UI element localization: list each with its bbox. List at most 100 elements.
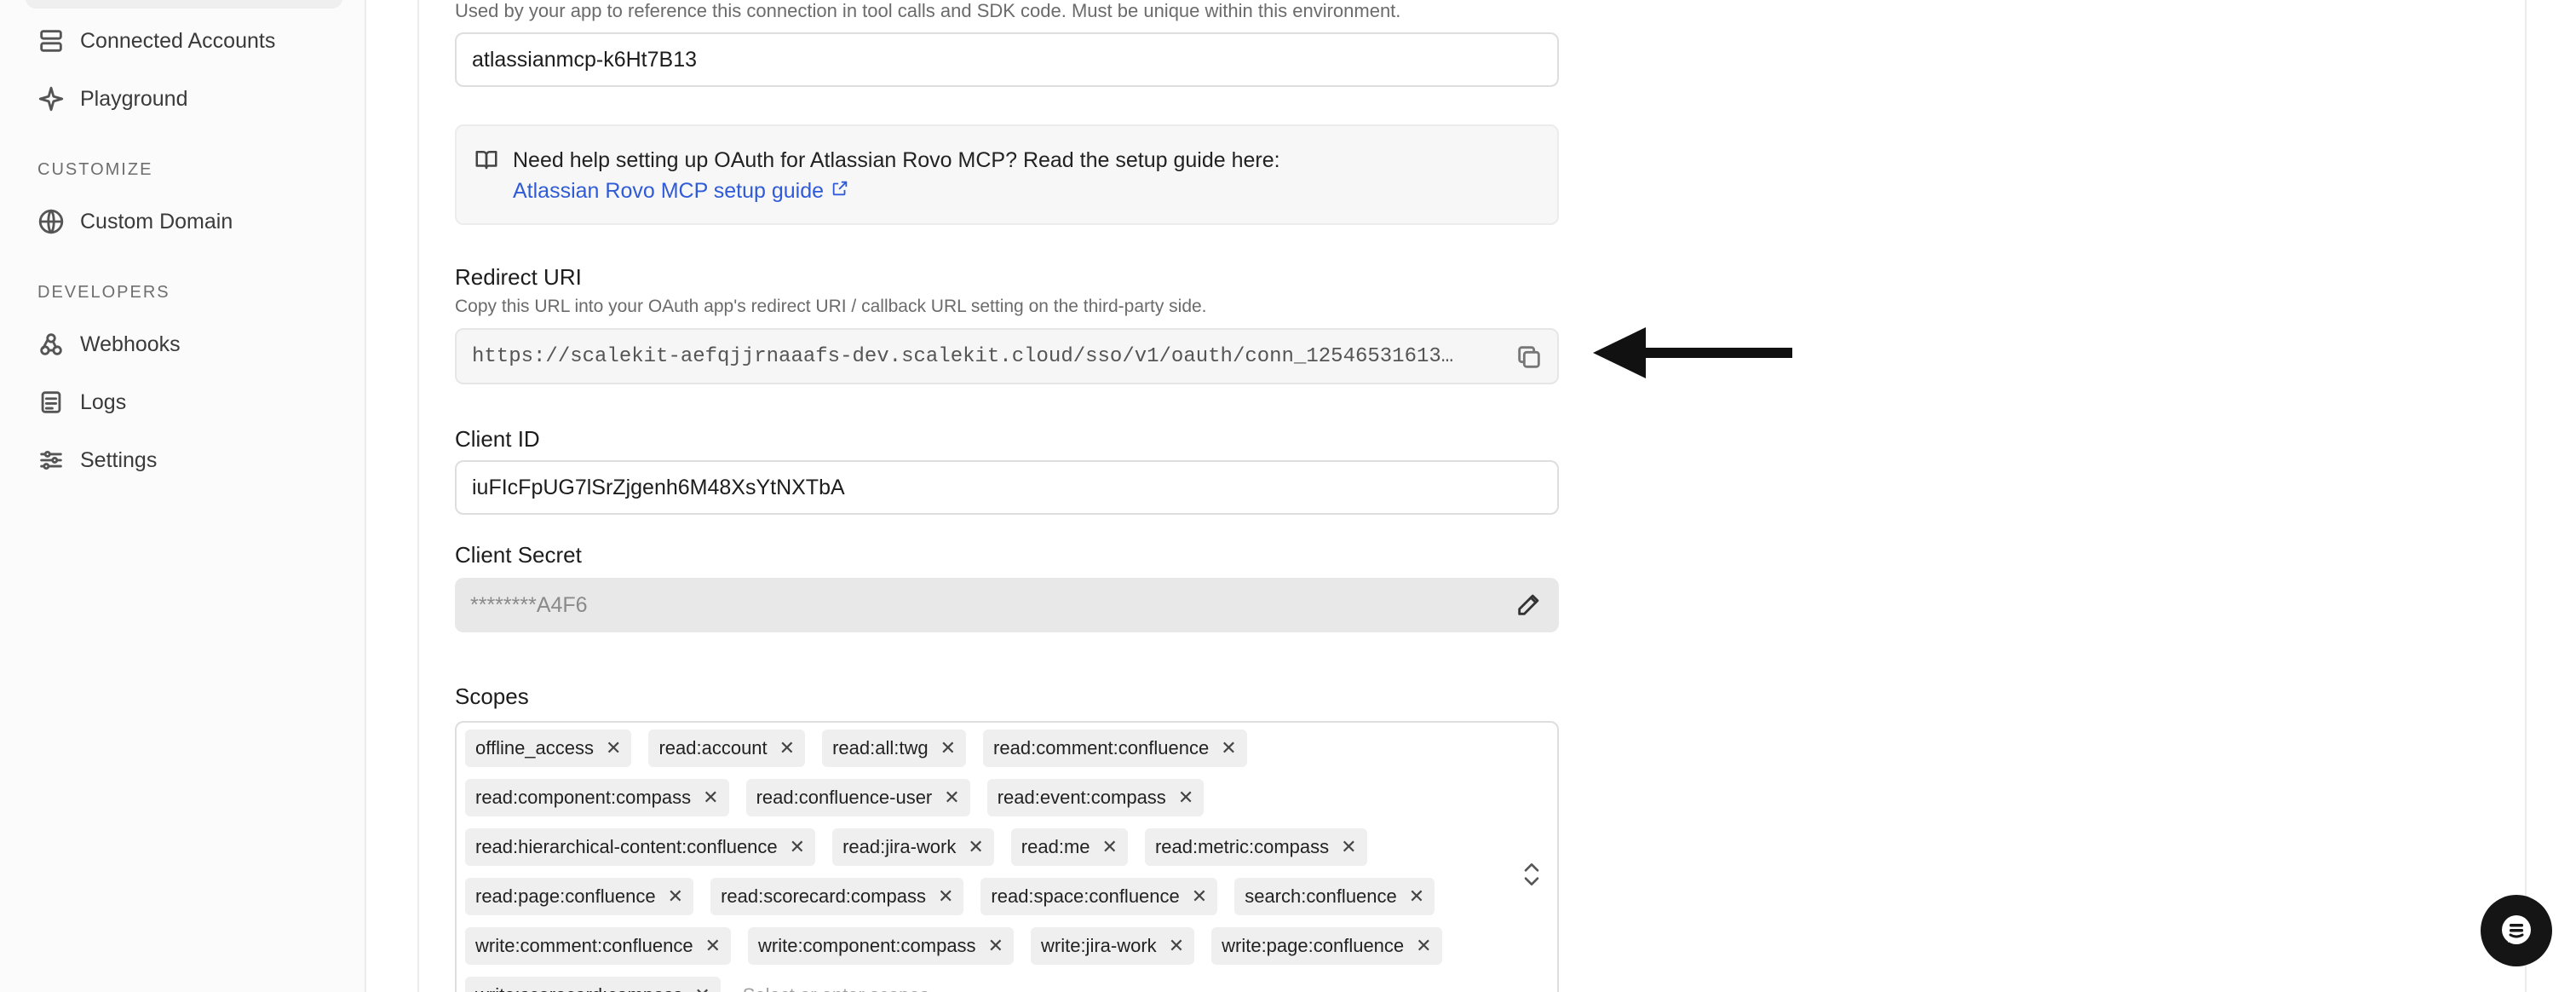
remove-scope-icon[interactable]: ✕	[1169, 935, 1184, 957]
remove-scope-icon[interactable]: ✕	[790, 836, 805, 858]
scope-chip-label: read:comment:confluence	[993, 737, 1210, 758]
remove-scope-icon[interactable]: ✕	[1178, 787, 1193, 809]
setup-guide-link-label: Atlassian Rovo MCP setup guide	[513, 179, 825, 203]
sidebar-item-connected-accounts[interactable]: Connected Accounts	[36, 22, 275, 60]
scope-chip: offline_access ✕	[465, 730, 632, 767]
scope-chip-label: read:component:compass	[475, 787, 692, 808]
remove-scope-icon[interactable]: ✕	[1409, 885, 1424, 908]
scope-chip-label: write:jira-work	[1041, 935, 1157, 956]
remove-scope-icon[interactable]: ✕	[1192, 885, 1207, 908]
sidebar-item-playground[interactable]: Playground	[36, 80, 187, 118]
sidebar-item-settings[interactable]: Settings	[36, 441, 157, 479]
scope-chip-label: read:account	[658, 737, 768, 758]
chat-icon	[2502, 915, 2531, 944]
scope-chip: read:event:compass ✕	[986, 779, 1205, 816]
sidebar-section-customize: CUSTOMIZE	[37, 160, 153, 179]
remove-scope-icon[interactable]: ✕	[1416, 935, 1431, 957]
remove-scope-icon[interactable]: ✕	[968, 836, 983, 858]
remove-scope-icon[interactable]: ✕	[606, 737, 621, 759]
scope-chip-label: write:page:confluence	[1222, 935, 1405, 956]
layers-icon	[36, 26, 66, 56]
scope-chip-list: offline_access ✕ read:account ✕ read:all:twg…	[465, 730, 1504, 992]
scope-chip: read:account ✕	[648, 730, 806, 767]
external-link-icon	[824, 179, 849, 204]
pencil-icon[interactable]	[1515, 590, 1545, 620]
sidebar-section-developers: DEVELOPERS	[37, 283, 170, 302]
scope-chip: read:comment:confluence ✕	[983, 730, 1247, 767]
scope-chip: read:metric:compass ✕	[1144, 828, 1367, 866]
webhook-icon	[36, 329, 66, 360]
scope-chip-label: offline_access	[475, 737, 595, 758]
remove-scope-icon[interactable]: ✕	[1102, 836, 1118, 858]
remove-scope-icon[interactable]: ✕	[938, 885, 953, 908]
book-open-icon	[474, 147, 499, 176]
sidebar-item-logs[interactable]: Logs	[36, 384, 126, 421]
setup-guide-link[interactable]: Atlassian Rovo MCP setup guide	[513, 179, 849, 204]
redirect-uri-help: Copy this URL into your OAuth app's redi…	[455, 297, 1207, 316]
remove-scope-icon[interactable]: ✕	[705, 935, 721, 957]
scope-chip-label: read:me	[1021, 836, 1090, 857]
redirect-uri-field[interactable]: https://scalekit-aefqjjrnaaafs-dev.scale…	[455, 328, 1559, 384]
sidebar: Connected Accounts Playground CUSTOMIZE …	[0, 0, 366, 992]
sidebar-item-webhooks[interactable]: Webhooks	[36, 326, 181, 363]
scope-chip-label: read:confluence-user	[756, 787, 933, 808]
remove-scope-icon[interactable]: ✕	[1221, 737, 1236, 759]
scope-chip-label: read:space:confluence	[991, 885, 1180, 907]
sidebar-item-label: Webhooks	[80, 332, 181, 356]
scope-chip: write:comment:confluence ✕	[465, 927, 731, 965]
scope-chip: read:me ✕	[1010, 828, 1128, 866]
scope-chip: read:scorecard:compass ✕	[710, 878, 964, 915]
client-secret-label: Client Secret	[455, 542, 582, 568]
identifier-input[interactable]: atlassianmcp-k6Ht7B13	[455, 32, 1559, 87]
sparkle-icon	[36, 84, 66, 114]
remove-scope-icon[interactable]: ✕	[1341, 836, 1356, 858]
identifier-help-text: Used by your app to reference this conne…	[455, 0, 1401, 21]
scope-chip: write:page:confluence ✕	[1211, 927, 1442, 965]
scopes-label: Scopes	[455, 683, 529, 709]
scope-chip: read:jira-work ✕	[832, 828, 994, 866]
client-id-value: iuFIcFpUG7lSrZjgenh6M48XsYtNXTbA	[472, 475, 845, 499]
sidebar-item-custom-domain[interactable]: Custom Domain	[36, 203, 233, 240]
scope-chip-label: read:scorecard:compass	[721, 885, 926, 907]
scope-chip-label: read:jira-work	[842, 836, 957, 857]
remove-scope-icon[interactable]: ✕	[988, 935, 1003, 957]
scope-chip-label: write:component:compass	[758, 935, 976, 956]
sliders-icon	[36, 445, 66, 476]
chat-support-button[interactable]	[2481, 895, 2552, 966]
scope-chip: write:scorecard:compass ✕	[465, 977, 721, 992]
scope-chip: read:hierarchical-content:confluence ✕	[465, 828, 816, 866]
redirect-uri-label: Redirect URI	[455, 264, 582, 290]
remove-scope-icon[interactable]: ✕	[668, 885, 683, 908]
client-id-input[interactable]: iuFIcFpUG7lSrZjgenh6M48XsYtNXTbA	[455, 460, 1559, 515]
redirect-uri-value: https://scalekit-aefqjjrnaaafs-dev.scale…	[472, 344, 1454, 368]
copy-icon[interactable]	[1515, 343, 1545, 373]
scope-chip-label: read:hierarchical-content:confluence	[475, 836, 778, 857]
logs-icon	[36, 387, 66, 418]
scope-chip-label: read:all:twg	[832, 737, 929, 758]
remove-scope-icon[interactable]: ✕	[944, 787, 959, 809]
scope-chip: write:jira-work ✕	[1031, 927, 1195, 965]
scopes-multiselect[interactable]: offline_access ✕ read:account ✕ read:all:twg…	[455, 721, 1559, 992]
client-secret-field[interactable]: ********A4F6	[455, 578, 1559, 632]
identifier-input-value: atlassianmcp-k6Ht7B13	[472, 47, 698, 72]
sidebar-active-item-bg[interactable]	[26, 0, 342, 9]
sidebar-item-label: Logs	[80, 389, 127, 414]
scope-chip: read:all:twg ✕	[822, 730, 967, 767]
scope-chip: write:component:compass ✕	[748, 927, 1014, 965]
remove-scope-icon[interactable]: ✕	[703, 787, 718, 809]
scope-search-input[interactable]: Select or enter scopes	[738, 977, 929, 992]
client-id-label: Client ID	[455, 426, 540, 452]
chevron-up-down-icon[interactable]	[1520, 859, 1544, 890]
scope-chip: read:component:compass ✕	[465, 779, 729, 816]
sidebar-item-label: Playground	[80, 86, 188, 111]
remove-scope-icon[interactable]: ✕	[940, 737, 956, 759]
sidebar-item-label: Settings	[80, 447, 158, 472]
remove-scope-icon[interactable]: ✕	[779, 737, 795, 759]
scope-chip: search:confluence ✕	[1234, 878, 1435, 915]
remove-scope-icon[interactable]: ✕	[694, 984, 710, 992]
scope-chip-label: read:page:confluence	[475, 885, 656, 907]
callout-text: Need help setting up OAuth for Atlassian…	[513, 148, 1280, 172]
scope-chip-label: search:confluence	[1245, 885, 1397, 907]
pointer-arrow-icon	[1593, 327, 1792, 378]
sidebar-item-label: Custom Domain	[80, 209, 233, 234]
